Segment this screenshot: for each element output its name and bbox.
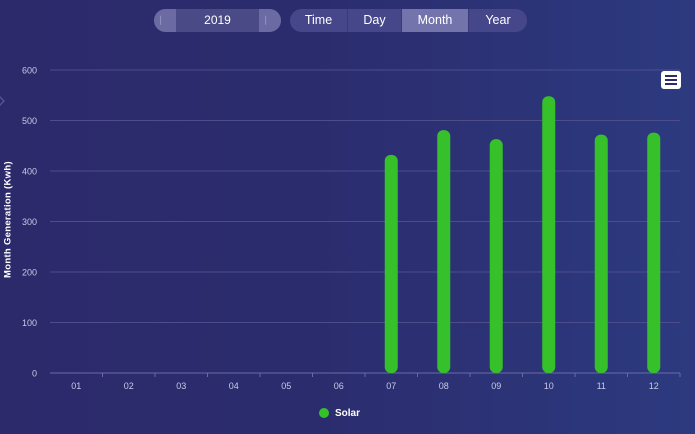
x-tick-label: 10 [544, 381, 554, 391]
x-tick-label: 02 [124, 381, 134, 391]
y-tick-label: 600 [22, 66, 37, 76]
x-tick-label: 04 [229, 381, 239, 391]
x-tick-label: 12 [649, 381, 659, 391]
y-tick-label: 400 [22, 167, 37, 177]
x-tick-label: 07 [386, 381, 396, 391]
x-tick-label: 06 [334, 381, 344, 391]
x-tick-label: 01 [71, 381, 81, 391]
bar-solar[interactable] [437, 130, 451, 373]
x-tick-label: 08 [439, 381, 449, 391]
x-tick-label: 09 [491, 381, 501, 391]
legend[interactable]: Solar [319, 406, 360, 420]
y-tick-label: 100 [22, 318, 37, 328]
bar-solar[interactable] [489, 139, 503, 373]
bar-solar[interactable] [594, 134, 608, 373]
y-tick-label: 0 [32, 369, 37, 379]
y-tick-label: 200 [22, 268, 37, 278]
bar-solar[interactable] [647, 132, 661, 373]
y-tick-label: 500 [22, 116, 37, 126]
bar-solar[interactable] [384, 154, 398, 373]
legend-label: Solar [335, 407, 361, 419]
x-tick-label: 05 [281, 381, 291, 391]
bar-solar[interactable] [542, 96, 556, 373]
x-tick-label: 03 [176, 381, 186, 391]
x-tick-label: 11 [597, 381, 606, 391]
bar-chart: 0 100 200 300 400 500 600 01 02 03 04 05 06 07 08 09 10… [22, 66, 681, 391]
legend-marker [319, 408, 329, 418]
y-tick-label: 300 [22, 217, 37, 227]
